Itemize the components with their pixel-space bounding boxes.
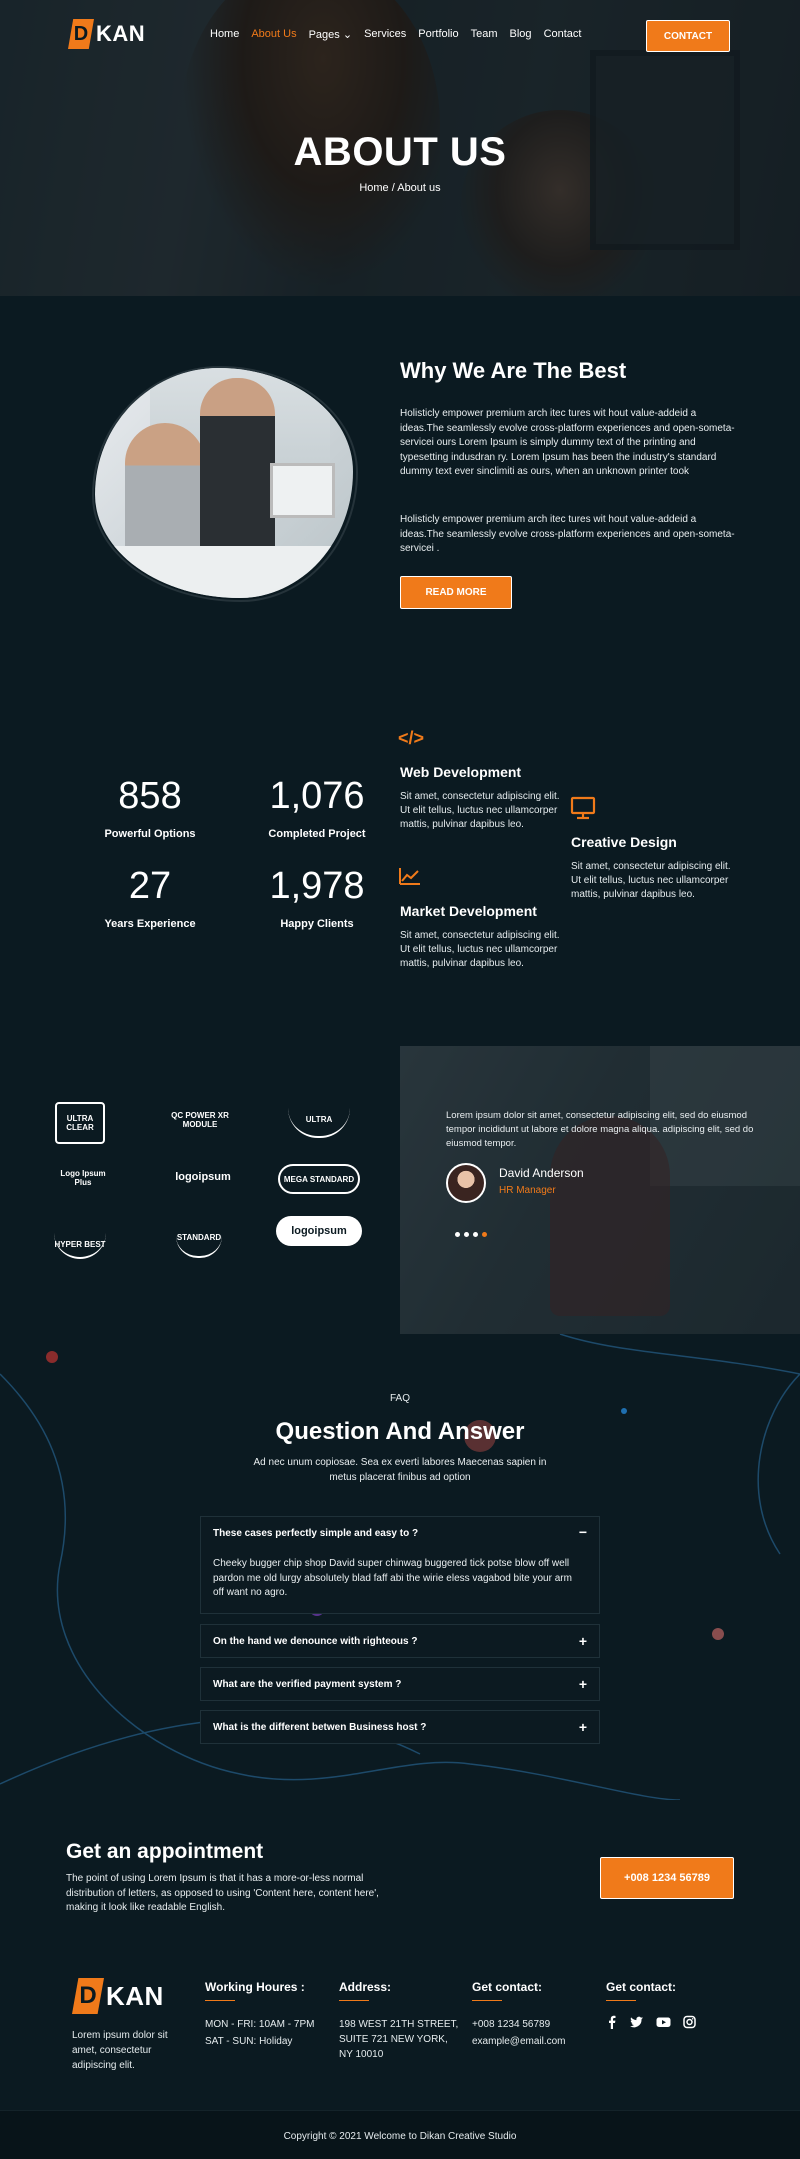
stat-label: Years Experience [104,918,196,930]
stat-label: Powerful Options [104,828,196,840]
why-paragraph-1: Holisticly empower premium arch itec tur… [400,408,735,477]
nav-team[interactable]: Team [471,28,498,41]
nav-portfolio[interactable]: Portfolio [418,28,458,41]
faq-item-open[interactable]: These cases perfectly simple and easy to… [200,1516,600,1614]
faq-item[interactable]: What are the verified payment system ? + [200,1667,600,1701]
contact-button[interactable]: CONTACT [646,20,730,52]
carousel-dot[interactable] [473,1232,478,1237]
footer-col-title: Address: [339,1980,392,1994]
service-title: Creative Design [571,834,677,850]
logo-text: KAN [96,21,146,46]
carousel-dot[interactable] [464,1232,469,1237]
footer-hours: SAT - SUN: Holiday [205,2036,293,2047]
nav-home[interactable]: Home [210,28,239,41]
faq-subtitle: Ad nec unum copiosae. Sea ex everti labo… [253,1457,547,1483]
footer-hours: MON - FRI: 10AM - 7PM [205,2019,315,2030]
faq-question: What are the verified payment system ? [213,1679,402,1690]
carousel-dot[interactable] [455,1232,460,1237]
stat-value: 27 [128,865,172,907]
nav-about-us[interactable]: About Us [251,28,296,41]
stat-value: 1,076 [269,775,365,817]
minus-icon[interactable]: − [579,1524,587,1540]
footer-phone[interactable]: +008 1234 56789 [472,2017,550,2032]
why-title: Why We Are The Best [400,358,627,383]
brand-logo: HYPER BEST [54,1231,106,1259]
facebook-icon[interactable] [606,2015,618,2029]
brand-logo: ULTRA [288,1102,350,1138]
testimonial-role: HR Manager [499,1185,556,1196]
service-title: Web Development [400,764,522,780]
testimonial-name: David Anderson [499,1166,584,1180]
footer-logo[interactable]: D KAN [72,1978,164,2014]
brand-logo: MEGA STANDARD [278,1164,360,1194]
faq-title: Question And Answer [275,1418,525,1445]
footer-about: Lorem ipsum dolor sit amet, consectetur … [72,2030,168,2071]
footer-address: 198 WEST 21TH STREET, SUITE 721 NEW YORK… [339,2019,459,2060]
social-links [606,2015,696,2029]
service-title: Market Development [400,903,537,919]
footer-col-title: Working Houres : [205,1980,305,1994]
brand-logo: ULTRA CLEAR [55,1102,105,1144]
stat-value: 858 [118,775,182,817]
faq-item[interactable]: On the hand we denounce with righteous ?… [200,1624,600,1658]
faq-kicker: FAQ [389,1393,410,1404]
plus-icon[interactable]: + [579,1676,587,1692]
brand-logo: QC POWER XR MODULE [171,1111,229,1129]
team-photo [95,368,353,598]
faq-item[interactable]: What is the different betwen Business ho… [200,1710,600,1744]
page-title: ABOUT US [293,130,507,174]
faq-question: What is the different betwen Business ho… [213,1722,427,1733]
stat-label: Happy Clients [280,918,354,930]
phone-button[interactable]: +008 1234 56789 [600,1857,734,1899]
faq-answer: Cheeky bugger chip shop David super chin… [213,1558,572,1598]
nav-services[interactable]: Services [364,28,406,41]
brand-logos: ULTRA CLEAR QC POWER XR MODULE ULTRA Log… [0,1046,400,1334]
brand-logo: Logo Ipsum Plus [60,1169,106,1187]
service-text: Sit amet, consectetur adipiscing elit. U… [400,791,560,830]
brand-logo: logoipsum [175,1171,231,1183]
service-text: Sit amet, consectetur adipiscing elit. U… [400,930,560,969]
chart-icon [398,866,422,891]
main-nav: Home About Us Pages ⌄ Services Portfolio… [210,28,581,41]
stat-value: 1,978 [269,865,365,907]
footer-col-title: Get contact: [606,1980,677,1994]
site-logo[interactable]: D KAN [68,19,145,49]
youtube-icon[interactable] [656,2015,671,2029]
read-more-button[interactable]: READ MORE [400,576,512,609]
page-root: D KAN Home About Us Pages ⌄ Services Por… [0,0,800,2159]
logo-mark: D [68,19,94,49]
appointment-text: The point of using Lorem Ipsum is that i… [66,1873,379,1913]
appointment-title: Get an appointment [66,1840,264,1863]
copyright-text: Copyright © 2021 Welcome to Dikan Creati… [283,2131,517,2142]
appointment-section: Get an appointment The point of using Lo… [0,1800,800,1955]
why-paragraph-2: Holisticly empower premium arch itec tur… [400,514,735,554]
faq-question: On the hand we denounce with righteous ? [213,1636,418,1647]
stat-label: Completed Project [268,828,366,840]
nav-blog[interactable]: Blog [510,28,532,41]
logo-text: KAN [106,1980,164,2011]
chevron-down-icon: ⌄ [342,29,353,41]
brand-logo: logoipsum [276,1216,362,1246]
footer-col-title: Get contact: [472,1980,543,1994]
nav-contact[interactable]: Contact [544,28,582,41]
nav-pages[interactable]: Pages ⌄ [309,28,352,41]
copyright-bar: Copyright © 2021 Welcome to Dikan Creati… [0,2110,800,2159]
plus-icon[interactable]: + [579,1719,587,1735]
plus-icon[interactable]: + [579,1633,587,1649]
footer-email[interactable]: example@email.com [472,2034,566,2049]
code-icon: </> [398,728,425,748]
service-text: Sit amet, consectetur adipiscing elit. U… [571,861,731,900]
avatar [446,1163,486,1203]
logo-mark: D [72,1978,104,2014]
twitter-icon[interactable] [630,2015,644,2029]
faq-question: These cases perfectly simple and easy to… [213,1528,419,1539]
brand-logo: STANDARD [176,1218,222,1258]
testimonial-quote: Lorem ipsum dolor sit amet, consectetur … [446,1110,754,1149]
breadcrumb: Home / About us [359,182,441,194]
monitor-icon [570,796,596,825]
instagram-icon[interactable] [683,2015,696,2029]
hero-section: D KAN Home About Us Pages ⌄ Services Por… [0,0,800,296]
carousel-dot-active[interactable] [482,1232,487,1237]
